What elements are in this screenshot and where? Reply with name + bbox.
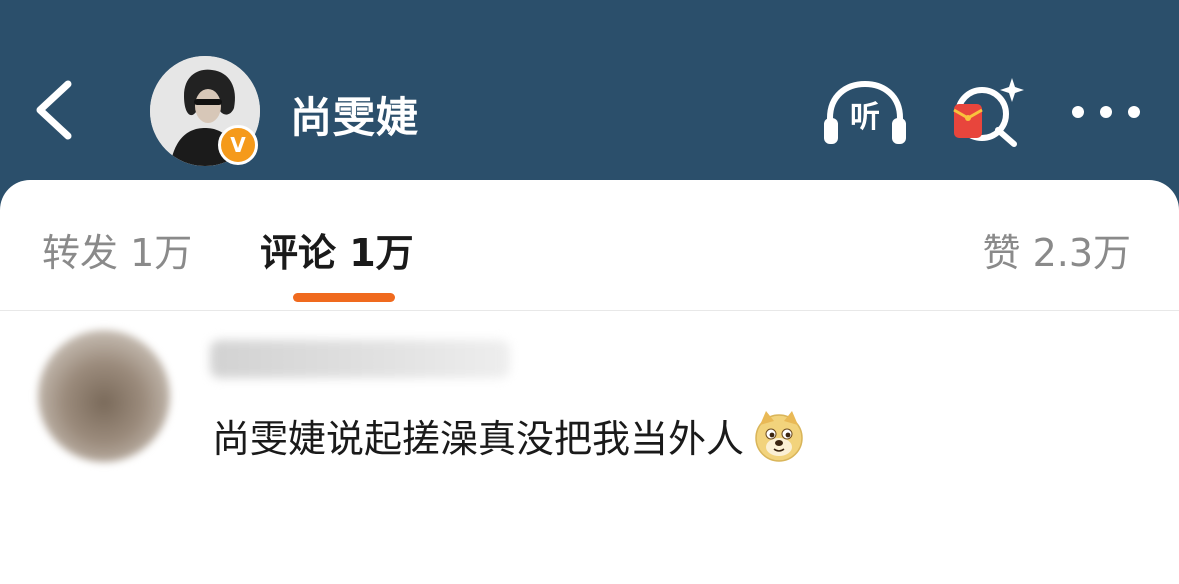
commenter-avatar-blurred[interactable] bbox=[38, 330, 170, 462]
active-tab-indicator bbox=[293, 293, 395, 302]
verified-badge: V bbox=[218, 125, 258, 165]
tabs-divider bbox=[0, 310, 1179, 311]
listen-button[interactable]: 听 bbox=[820, 78, 910, 148]
commenter-name-blurred[interactable] bbox=[210, 340, 510, 378]
more-dots-icon[interactable] bbox=[1068, 100, 1144, 124]
tab-repost[interactable]: 转发 1万 bbox=[42, 222, 192, 277]
listen-label: 听 bbox=[850, 100, 880, 135]
comment-text: 尚雯婕说起搓澡真没把我当外人 bbox=[212, 408, 806, 463]
tab-comment[interactable]: 评论 1万 bbox=[260, 222, 414, 277]
doge-emoji-icon bbox=[755, 410, 803, 462]
comment-body: 尚雯婕说起搓澡真没把我当外人 bbox=[212, 417, 745, 461]
tab-like[interactable]: 赞 2.3万 bbox=[982, 222, 1131, 277]
back-chevron-icon[interactable] bbox=[28, 78, 88, 142]
red-packet-search-icon[interactable] bbox=[948, 76, 1028, 148]
profile-username[interactable]: 尚雯婕 bbox=[290, 84, 419, 145]
